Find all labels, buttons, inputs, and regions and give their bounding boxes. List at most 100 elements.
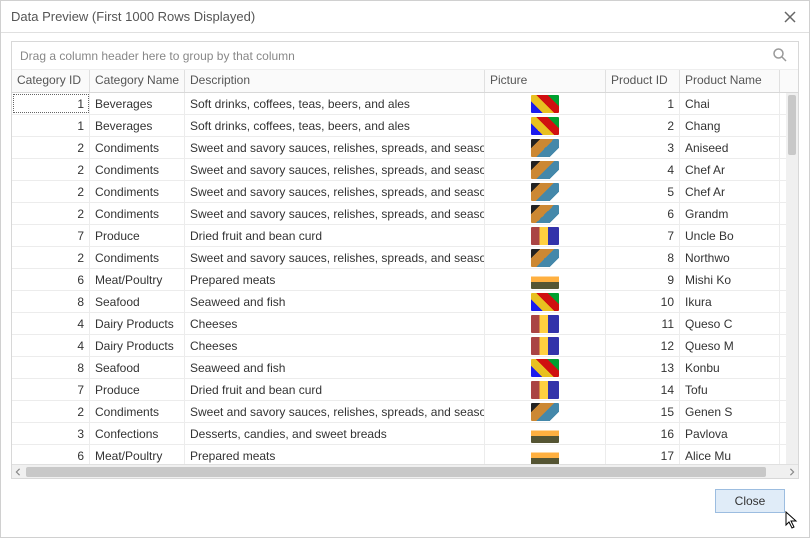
cell-description[interactable]: Sweet and savory sauces, relishes, sprea… [185,247,485,268]
cell-product-id[interactable]: 7 [606,225,680,246]
cell-category-id[interactable]: 2 [12,401,90,422]
cell-description[interactable]: Dried fruit and bean curd [185,379,485,400]
table-row[interactable]: 4Dairy ProductsCheeses 11Queso C [12,313,798,335]
table-row[interactable]: 2CondimentsSweet and savory sauces, reli… [12,159,798,181]
cell-category-name[interactable]: Condiments [90,159,185,180]
cell-category-name[interactable]: Seafood [90,357,185,378]
table-row[interactable]: 2CondimentsSweet and savory sauces, reli… [12,181,798,203]
vertical-scrollbar[interactable] [786,93,798,464]
table-row[interactable]: 1BeveragesSoft drinks, coffees, teas, be… [12,93,798,115]
table-row[interactable]: 2CondimentsSweet and savory sauces, reli… [12,203,798,225]
cell-picture[interactable] [485,291,606,312]
vertical-scrollbar-thumb[interactable] [788,95,796,155]
cell-picture[interactable] [485,203,606,224]
cell-category-name[interactable]: Meat/Poultry [90,445,185,464]
cell-category-id[interactable]: 1 [12,93,90,114]
cell-description[interactable]: Sweet and savory sauces, relishes, sprea… [185,159,485,180]
cell-category-id[interactable]: 4 [12,313,90,334]
cell-product-id[interactable]: 9 [606,269,680,290]
cell-category-name[interactable]: Meat/Poultry [90,269,185,290]
cell-product-name[interactable]: Mishi Ko [680,269,780,290]
cell-category-id[interactable]: 2 [12,159,90,180]
cell-picture[interactable] [485,445,606,464]
cell-product-name[interactable]: Grandm [680,203,780,224]
cell-picture[interactable] [485,335,606,356]
column-header-product-id[interactable]: Product ID [606,70,680,92]
cell-description[interactable]: Soft drinks, coffees, teas, beers, and a… [185,93,485,114]
cell-description[interactable]: Cheeses [185,335,485,356]
cell-category-id[interactable]: 6 [12,445,90,464]
cell-product-id[interactable]: 17 [606,445,680,464]
cell-product-id[interactable]: 10 [606,291,680,312]
cell-description[interactable]: Prepared meats [185,269,485,290]
search-icon[interactable] [772,47,790,65]
cell-description[interactable]: Desserts, candies, and sweet breads [185,423,485,444]
cell-description[interactable]: Sweet and savory sauces, relishes, sprea… [185,181,485,202]
cell-category-name[interactable]: Condiments [90,203,185,224]
column-header-product-name[interactable]: Product Name [680,70,780,92]
cell-picture[interactable] [485,159,606,180]
cell-category-id[interactable]: 4 [12,335,90,356]
close-icon[interactable] [781,8,799,26]
table-row[interactable]: 3ConfectionsDesserts, candies, and sweet… [12,423,798,445]
cell-category-id[interactable]: 8 [12,291,90,312]
cell-product-name[interactable]: Northwo [680,247,780,268]
cell-picture[interactable] [485,93,606,114]
cell-category-id[interactable]: 3 [12,423,90,444]
column-header-picture[interactable]: Picture [485,70,606,92]
cell-product-name[interactable]: Chai [680,93,780,114]
table-row[interactable]: 8SeafoodSeaweed and fish13Konbu [12,357,798,379]
cell-category-name[interactable]: Condiments [90,181,185,202]
cell-picture[interactable] [485,313,606,334]
cell-category-name[interactable]: Condiments [90,247,185,268]
cell-description[interactable]: Seaweed and fish [185,357,485,378]
cell-picture[interactable] [485,423,606,444]
cell-product-name[interactable]: Tofu [680,379,780,400]
cell-picture[interactable] [485,225,606,246]
column-header-category-name[interactable]: Category Name [90,70,185,92]
table-row[interactable]: 8SeafoodSeaweed and fish 10Ikura [12,291,798,313]
cell-product-name[interactable]: Queso M [680,335,780,356]
cell-category-name[interactable]: Produce [90,379,185,400]
cell-description[interactable]: Sweet and savory sauces, relishes, sprea… [185,203,485,224]
cell-product-name[interactable]: Ikura [680,291,780,312]
cell-product-id[interactable]: 4 [606,159,680,180]
cell-product-id[interactable]: 11 [606,313,680,334]
cell-category-name[interactable]: Seafood [90,291,185,312]
cell-product-name[interactable]: Queso C [680,313,780,334]
cell-picture[interactable] [485,379,606,400]
cell-category-name[interactable]: Dairy Products [90,313,185,334]
cell-product-id[interactable]: 1 [606,93,680,114]
cell-description[interactable]: Seaweed and fish [185,291,485,312]
cell-category-name[interactable]: Beverages [90,93,185,114]
cell-description[interactable]: Cheeses [185,313,485,334]
cell-product-name[interactable]: Uncle Bo [680,225,780,246]
cell-product-name[interactable]: Aniseed [680,137,780,158]
cell-category-name[interactable]: Dairy Products [90,335,185,356]
cell-category-name[interactable]: Beverages [90,115,185,136]
horizontal-scrollbar-thumb[interactable] [26,467,766,477]
table-row[interactable]: 7ProduceDried fruit and bean curd14Tofu [12,379,798,401]
cell-category-name[interactable]: Condiments [90,137,185,158]
cell-product-id[interactable]: 6 [606,203,680,224]
cell-product-id[interactable]: 15 [606,401,680,422]
scroll-right-icon[interactable] [786,466,798,478]
cell-product-id[interactable]: 3 [606,137,680,158]
cell-description[interactable]: Sweet and savory sauces, relishes, sprea… [185,401,485,422]
cell-product-name[interactable]: Chang [680,115,780,136]
cell-picture[interactable] [485,137,606,158]
cell-category-id[interactable]: 2 [12,203,90,224]
cell-category-name[interactable]: Confections [90,423,185,444]
table-row[interactable]: 6Meat/PoultryPrepared meats 17Alice Mu [12,445,798,464]
cell-category-id[interactable]: 8 [12,357,90,378]
cell-picture[interactable] [485,181,606,202]
cell-category-name[interactable]: Condiments [90,401,185,422]
cell-description[interactable]: Prepared meats [185,445,485,464]
cell-picture[interactable] [485,247,606,268]
cell-product-id[interactable]: 2 [606,115,680,136]
cell-category-id[interactable]: 7 [12,225,90,246]
cell-product-id[interactable]: 8 [606,247,680,268]
cell-product-id[interactable]: 12 [606,335,680,356]
table-row[interactable]: 7ProduceDried fruit and bean curd7Uncle … [12,225,798,247]
cell-product-name[interactable]: Alice Mu [680,445,780,464]
